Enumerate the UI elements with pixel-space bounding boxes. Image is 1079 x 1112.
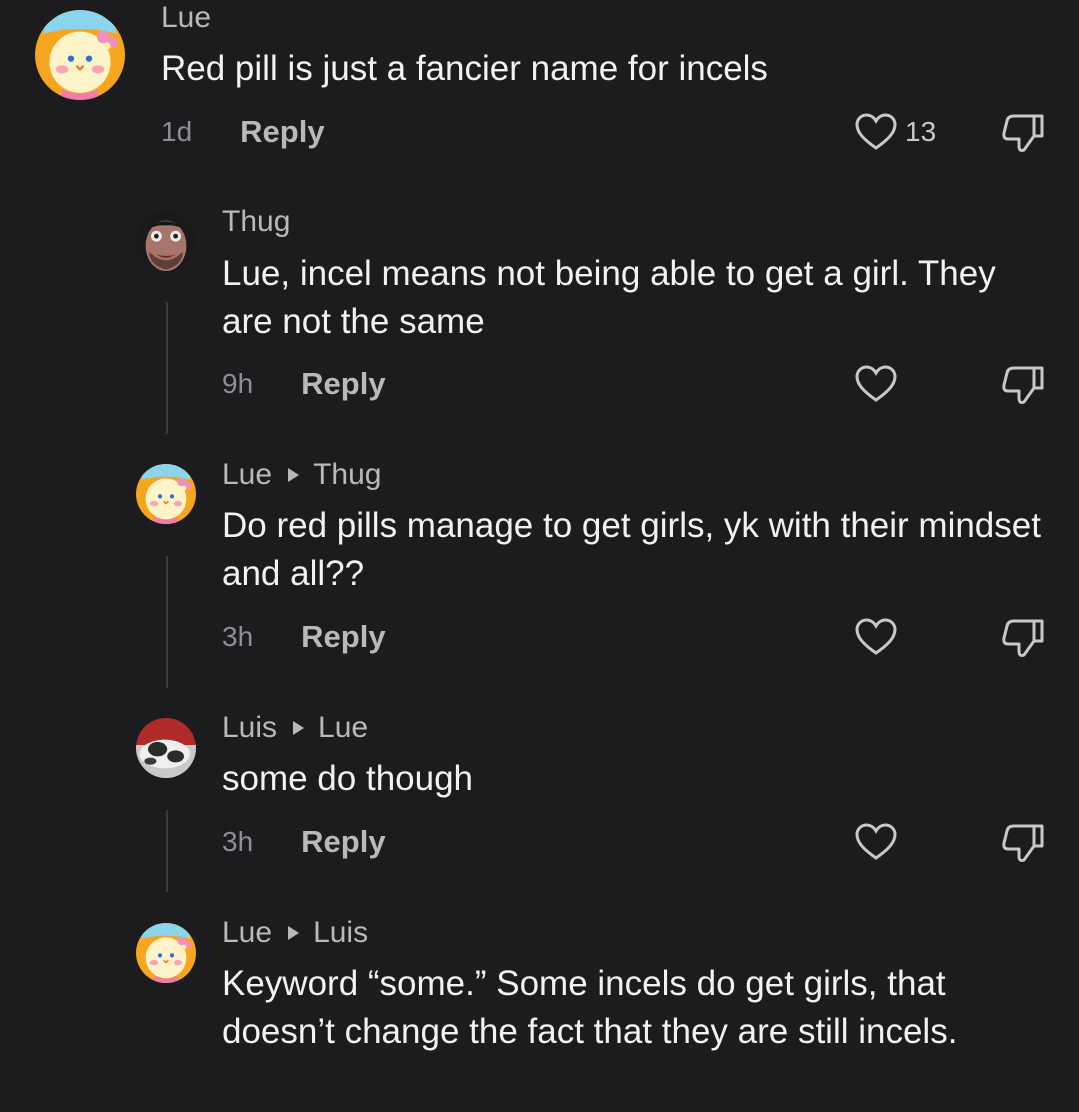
thread-line <box>166 810 168 892</box>
thumbs-down-icon <box>1002 366 1044 404</box>
reply-arrow-icon <box>288 926 300 940</box>
comment-author[interactable]: Thug <box>222 204 290 240</box>
thumbs-down-icon <box>1002 114 1044 152</box>
thumbs-down-icon <box>1002 619 1044 657</box>
reply-to-name[interactable]: Thug <box>313 458 381 492</box>
reply-to-name[interactable]: Luis <box>313 916 368 950</box>
pastel-bunny-avatar-icon <box>136 923 196 983</box>
like-button[interactable]: 13 <box>855 112 936 152</box>
avatar[interactable] <box>136 211 196 271</box>
like-button[interactable] <box>855 364 897 404</box>
heart-icon <box>855 618 897 655</box>
like-button[interactable] <box>855 822 897 862</box>
reply-button[interactable]: Reply <box>301 366 385 402</box>
author-name[interactable]: Lue <box>222 916 272 950</box>
author-name[interactable]: Luis <box>222 711 277 745</box>
thumbs-down-icon <box>1002 824 1044 862</box>
comment-time: 3h <box>222 621 254 652</box>
thread-line <box>166 556 168 688</box>
comment-text: Lue, incel means not being able to get a… <box>222 254 996 341</box>
dislike-button[interactable] <box>1000 364 1046 406</box>
cat-photo-avatar-icon <box>136 718 196 778</box>
heart-icon <box>855 823 897 860</box>
reply-arrow-icon <box>288 468 300 482</box>
like-count: 13 <box>905 116 937 147</box>
author-name[interactable]: Lue <box>161 1 211 35</box>
comment-author[interactable]: Lue <box>161 0 211 36</box>
comment-time: 9h <box>222 368 254 399</box>
reply-button[interactable]: Reply <box>301 619 385 655</box>
thread-line <box>166 302 168 434</box>
avatar[interactable] <box>35 10 125 100</box>
comment-author[interactable]: Lue Luis <box>222 915 368 951</box>
avatar[interactable] <box>136 464 196 524</box>
reply-button[interactable]: Reply <box>240 114 324 150</box>
reply-to-name[interactable]: Lue <box>318 711 368 745</box>
comment-author[interactable]: Lue Thug <box>222 457 381 493</box>
comment-text: Keyword “some.” Some incels do get girls… <box>222 964 958 1051</box>
author-name[interactable]: Thug <box>222 205 290 239</box>
comment-meta: 9h Reply <box>222 364 386 404</box>
avatar[interactable] <box>136 718 196 778</box>
comment-text: Red pill is just a fancier name for ince… <box>161 49 768 88</box>
comment-text: Do red pills manage to get girls, yk wit… <box>222 506 1041 593</box>
comment-text: some do though <box>222 759 474 798</box>
avatar[interactable] <box>136 923 196 983</box>
heart-icon <box>855 113 897 150</box>
reply-button[interactable]: Reply <box>301 824 385 860</box>
dislike-button[interactable] <box>1000 617 1046 659</box>
comment-meta: 3h Reply <box>222 617 386 657</box>
pastel-bunny-avatar-icon <box>136 464 196 524</box>
reply-arrow-icon <box>293 721 305 735</box>
comment-time: 3h <box>222 826 254 857</box>
heart-icon <box>855 365 897 402</box>
dislike-button[interactable] <box>1000 822 1046 864</box>
comment-meta: 3h Reply <box>222 822 386 862</box>
comment-author[interactable]: Luis Lue <box>222 710 368 746</box>
comment-time: 1d <box>161 116 193 147</box>
like-button[interactable] <box>855 617 897 657</box>
comment-meta: 1d Reply <box>161 112 325 152</box>
pastel-bunny-avatar-icon <box>35 10 125 100</box>
face-photo-avatar-icon <box>136 211 196 271</box>
author-name[interactable]: Lue <box>222 458 272 492</box>
dislike-button[interactable] <box>1000 112 1046 154</box>
